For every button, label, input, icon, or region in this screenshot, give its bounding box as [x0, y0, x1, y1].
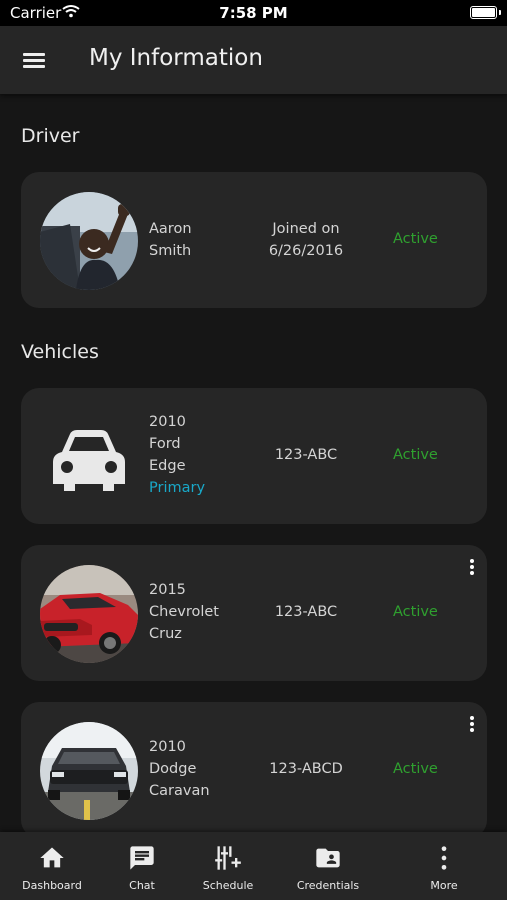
credentials-folder-icon: [283, 844, 373, 872]
driver-status-badge: Active: [393, 231, 438, 247]
driver-avatar: [40, 192, 138, 290]
vehicle-plate: 123-ABC: [274, 447, 338, 463]
driver-card[interactable]: Aaron Smith Joined on 6/26/2016 Active: [21, 172, 487, 308]
vehicle-model: Cruz: [149, 626, 182, 642]
joined-label: Joined on: [272, 221, 340, 237]
bottom-nav: Dashboard Chat Schedule Credentials More: [0, 832, 507, 900]
primary-tag: Primary: [149, 480, 206, 496]
app-bar: My Information: [0, 26, 507, 94]
nav-more[interactable]: More: [399, 832, 489, 900]
joined-date: 6/26/2016: [268, 243, 344, 259]
vehicle-make: Ford: [149, 436, 181, 452]
vehicle-make: Dodge: [149, 761, 197, 777]
vehicle-plate: 123-ABCD: [269, 761, 343, 777]
nav-label: Chat: [129, 879, 155, 892]
nav-label: Credentials: [296, 879, 360, 892]
driver-first-name: Aaron: [149, 221, 192, 237]
nav-dashboard[interactable]: Dashboard: [7, 832, 97, 900]
page-title: My Information: [89, 45, 263, 71]
battery-icon: [470, 6, 501, 19]
driver-section-title: Driver: [21, 125, 80, 147]
driver-joined: Joined on 6/26/2016: [247, 218, 365, 262]
vehicle-status-badge: Active: [393, 604, 438, 620]
vehicle-year: 2010: [149, 739, 186, 755]
chat-icon: [97, 844, 187, 872]
nav-credentials[interactable]: Credentials: [283, 832, 373, 900]
vehicle-status-badge: Active: [393, 761, 438, 777]
clock: 7:58 PM: [219, 4, 288, 22]
vehicle-model: Caravan: [149, 783, 210, 799]
vehicle-make: Chevrolet: [149, 604, 219, 620]
vehicle-description: 2010 Dodge Caravan: [149, 736, 210, 802]
nav-label: Schedule: [202, 879, 254, 892]
red-car-photo: [40, 565, 138, 663]
more-vertical-icon: [399, 844, 489, 872]
home-icon: [7, 844, 97, 872]
driver-name: Aaron Smith: [149, 218, 192, 262]
status-bar: Carrier 7:58 PM: [0, 0, 507, 26]
vehicle-year: 2015: [149, 582, 186, 598]
car-placeholder-icon: [40, 408, 138, 506]
vehicle-description: 2015 Chevrolet Cruz: [149, 579, 219, 645]
dark-car-photo: [40, 722, 138, 820]
more-options-icon[interactable]: [465, 716, 479, 736]
nav-label: More: [430, 879, 458, 892]
nav-schedule[interactable]: Schedule: [183, 832, 273, 900]
vehicle-card[interactable]: 2010 Dodge Caravan 123-ABCD Active: [21, 702, 487, 838]
more-options-icon[interactable]: [465, 559, 479, 579]
vehicle-description: 2010 Ford Edge Primary: [149, 411, 205, 499]
vehicle-plate: 123-ABC: [274, 604, 338, 620]
schedule-icon: [183, 844, 273, 872]
hamburger-menu-icon[interactable]: [20, 46, 50, 74]
vehicles-section-title: Vehicles: [21, 341, 99, 363]
nav-label: Dashboard: [22, 879, 82, 892]
vehicle-model: Edge: [149, 458, 186, 474]
vehicle-year: 2010: [149, 414, 186, 430]
vehicle-card[interactable]: 2010 Ford Edge Primary 123-ABC Active: [21, 388, 487, 524]
vehicle-card[interactable]: 2015 Chevrolet Cruz 123-ABC Active: [21, 545, 487, 681]
vehicle-status-badge: Active: [393, 447, 438, 463]
nav-chat[interactable]: Chat: [97, 832, 187, 900]
driver-last-name: Smith: [149, 243, 192, 259]
